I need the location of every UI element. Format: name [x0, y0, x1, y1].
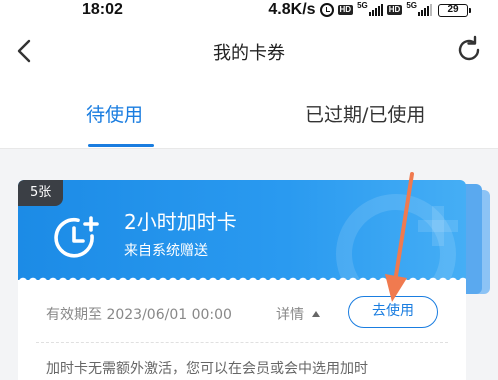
details-toggle[interactable]: 详情 — [276, 304, 320, 324]
tab-bar: 待使用 已过期/已使用 — [0, 82, 498, 149]
alarm-icon — [319, 3, 334, 17]
refresh-icon — [458, 35, 480, 61]
signal-icon-2 — [418, 4, 432, 16]
details-label: 详情 — [276, 307, 304, 323]
battery-icon: 29 — [438, 3, 471, 17]
refresh-button[interactable] — [454, 35, 484, 65]
hd-badge-2: HD — [386, 5, 403, 15]
page-title: 我的卡券 — [213, 43, 285, 64]
annotation-arrow-icon — [385, 172, 414, 302]
status-time: 18:02 — [82, 1, 123, 18]
coupon-description: 加时卡无需额外激活，您可以在会员或会中选用加时 — [46, 361, 368, 377]
tab-pending[interactable]: 待使用 — [86, 100, 143, 127]
network-type-2: 5G — [406, 0, 417, 10]
divider — [36, 342, 448, 343]
watermark-plus — [432, 206, 444, 246]
coupon-source: 来自系统赠送 — [124, 243, 208, 259]
caret-up-icon — [312, 311, 320, 317]
network-speed: 4.8K/s — [268, 1, 316, 18]
status-bar: 18:02 4.8K/s HD 5G HD 5G 29 — [0, 0, 498, 22]
clock-plus-icon — [54, 216, 99, 258]
network-type-1: 5G — [357, 0, 368, 10]
coupon-title: 2小时加时卡 — [124, 210, 237, 234]
tab-active-indicator — [88, 144, 154, 147]
status-indicators: 4.8K/s HD 5G HD 5G 29 — [268, 0, 471, 19]
hd-badge: HD — [337, 5, 354, 15]
tab-expired-used[interactable]: 已过期/已使用 — [305, 100, 425, 127]
count-badge: 5张 — [18, 180, 64, 206]
signal-icon — [368, 4, 383, 16]
expiry-date: 有效期至 2023/06/01 00:00 — [46, 307, 232, 323]
app-header: 我的卡券 — [0, 22, 498, 82]
